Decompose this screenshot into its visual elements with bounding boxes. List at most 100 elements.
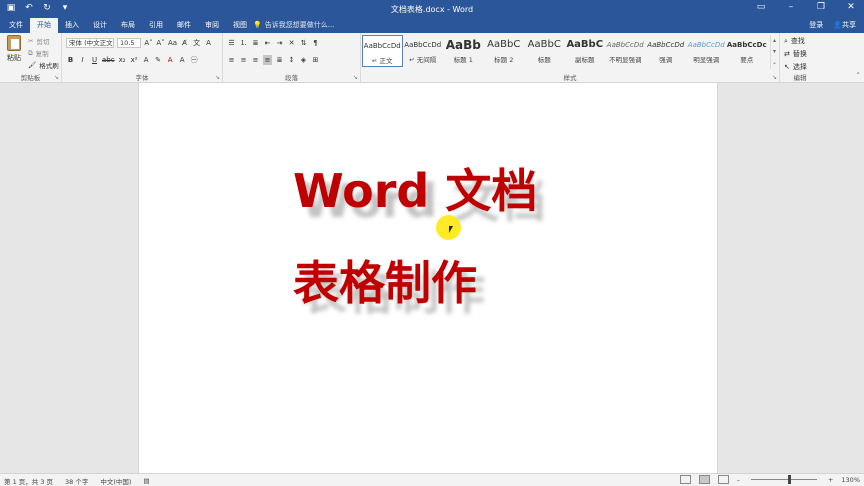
change-case-icon[interactable]: Aa <box>168 38 177 48</box>
lightbulb-icon: 💡 <box>253 21 262 29</box>
print-layout-button[interactable] <box>698 475 710 484</box>
font-group: 宋体 (中文正文) 10.5 A˄ A˅ Aa A̸ 文 A B I U abc… <box>62 33 223 83</box>
share-button[interactable]: 👤共享 <box>833 20 856 30</box>
superscript-icon[interactable]: x² <box>130 55 139 65</box>
macro-record-icon[interactable]: ▤ <box>143 477 149 485</box>
paragraph-dialog-launcher-icon[interactable]: ↘ <box>353 74 358 81</box>
zoom-slider-thumb[interactable] <box>787 475 791 484</box>
font-name-combo[interactable]: 宋体 (中文正文) <box>66 38 114 48</box>
chevron-up-icon[interactable]: ▴ <box>771 35 778 46</box>
sort-icon[interactable]: ⇅ <box>299 38 308 48</box>
style-heading-1[interactable]: AaBb 标题 1 <box>443 35 484 67</box>
style-emphasis[interactable]: AaBbCcDd 强调 <box>646 35 687 67</box>
style-subtitle[interactable]: AaBbC 副标题 <box>565 35 606 67</box>
select-button[interactable]: ↖ 选择 <box>784 62 807 72</box>
character-border-icon[interactable]: A <box>204 38 213 48</box>
align-right-icon[interactable]: ≡ <box>251 55 260 65</box>
tab-insert[interactable]: 插入 <box>58 18 86 33</box>
tab-design[interactable]: 设计 <box>86 18 114 33</box>
shrink-font-icon[interactable]: A˅ <box>156 38 165 48</box>
style-intense-emphasis[interactable]: AaBbCcDd 明显强调 <box>686 35 727 67</box>
select-arrow-icon: ↖ <box>784 63 790 71</box>
style-heading-2[interactable]: AaBbC 标题 2 <box>484 35 525 67</box>
underline-icon[interactable]: U <box>90 55 99 65</box>
style-subtle-emphasis[interactable]: AaBbCcDd 不明显强调 <box>605 35 646 67</box>
zoom-slider[interactable] <box>750 475 817 484</box>
close-icon[interactable]: ✕ <box>844 2 858 12</box>
document-page[interactable]: Word 文档 表格制作 <box>138 83 718 473</box>
mouse-pointer-icon <box>449 226 453 233</box>
font-size-combo[interactable]: 10.5 <box>117 38 141 48</box>
style-no-spacing[interactable]: AaBbCcDd ↵ 无间隔 <box>403 35 444 67</box>
tab-layout[interactable]: 布局 <box>114 18 142 33</box>
strikethrough-icon[interactable]: abc <box>102 55 115 65</box>
borders-icon[interactable]: ⊞ <box>311 55 320 65</box>
clear-formatting-icon[interactable]: A̸ <box>180 38 189 48</box>
styles-dialog-launcher-icon[interactable]: ↘ <box>772 74 777 81</box>
chinese-layout-icon[interactable]: ✕ <box>287 38 296 48</box>
phonetic-guide-icon[interactable]: 文 <box>192 38 201 48</box>
decrease-indent-icon[interactable]: ⇤ <box>263 38 272 48</box>
grow-font-icon[interactable]: A˄ <box>144 38 153 48</box>
find-button[interactable]: ⌕ 查找 <box>784 36 807 46</box>
bullets-icon[interactable]: ☰ <box>227 38 236 48</box>
multilevel-list-icon[interactable]: ≣ <box>251 38 260 48</box>
vertical-scrollbar[interactable] <box>854 83 864 473</box>
styles-gallery: AaBbCcDd ↵ 正文 AaBbCcDd ↵ 无间隔 AaBb 标题 1 A… <box>362 35 770 69</box>
tab-review[interactable]: 审阅 <box>198 18 226 33</box>
text-effects-icon[interactable]: A <box>142 55 151 65</box>
ribbon-display-options-icon[interactable]: ▭ <box>754 2 768 12</box>
clipboard-dialog-launcher-icon[interactable]: ↘ <box>54 74 59 81</box>
zoom-out-icon[interactable]: – <box>737 476 740 484</box>
font-dialog-launcher-icon[interactable]: ↘ <box>215 74 220 81</box>
minimize-icon[interactable]: – <box>784 2 798 12</box>
subscript-icon[interactable]: x₂ <box>118 55 127 65</box>
style-strong[interactable]: AaBbCcDc 要点 <box>727 35 768 67</box>
line-spacing-icon[interactable]: ↕ <box>287 55 296 65</box>
show-marks-icon[interactable]: ¶ <box>311 38 320 48</box>
paste-button[interactable]: 粘贴 <box>4 35 24 63</box>
restore-icon[interactable]: ❐ <box>814 2 828 12</box>
styles-group-label: 样式 <box>563 74 577 82</box>
chevron-down-icon[interactable]: ▾ <box>771 46 778 57</box>
collapse-ribbon-icon[interactable]: ˄ <box>857 72 861 80</box>
highlight-icon[interactable]: ✎ <box>154 55 163 65</box>
tab-home[interactable]: 开始 <box>30 18 58 33</box>
zoom-level[interactable]: 130% <box>841 476 860 484</box>
scissors-icon: ✂ <box>28 37 34 45</box>
styles-scroll[interactable]: ▴ ▾ ⌄ <box>770 35 778 69</box>
enclose-characters-icon[interactable]: ㊀ <box>190 55 199 65</box>
tell-me-box[interactable]: 💡 告诉我您想要做什么... <box>253 20 334 30</box>
read-mode-button[interactable] <box>679 475 691 484</box>
numbering-icon[interactable]: ⒈ <box>239 38 248 48</box>
sign-in-link[interactable]: 登录 <box>809 20 823 30</box>
zoom-in-icon[interactable]: + <box>828 476 833 484</box>
copy-button[interactable]: ⧉ 复制 <box>28 48 59 59</box>
heading-line-1[interactable]: Word 文档 <box>293 155 537 221</box>
distributed-icon[interactable]: ≣ <box>275 55 284 65</box>
character-shading-icon[interactable]: A <box>178 55 187 65</box>
justify-icon[interactable]: ≡ <box>263 55 272 65</box>
cut-button[interactable]: ✂ 剪切 <box>28 36 59 46</box>
increase-indent-icon[interactable]: ⇥ <box>275 38 284 48</box>
format-painter-button[interactable]: 🖌 格式刷 <box>28 60 59 70</box>
page-count[interactable]: 第 1 页，共 3 页 <box>4 476 53 486</box>
language-indicator[interactable]: 中文(中国) <box>100 476 131 486</box>
tab-references[interactable]: 引用 <box>142 18 170 33</box>
more-styles-icon[interactable]: ⌄ <box>771 57 778 68</box>
shading-icon[interactable]: ◈ <box>299 55 308 65</box>
align-center-icon[interactable]: ≡ <box>239 55 248 65</box>
align-left-icon[interactable]: ≡ <box>227 55 236 65</box>
italic-icon[interactable]: I <box>78 55 87 65</box>
web-layout-button[interactable] <box>717 475 729 484</box>
word-count[interactable]: 38 个字 <box>65 476 88 486</box>
bold-icon[interactable]: B <box>66 55 75 65</box>
style-normal[interactable]: AaBbCcDd ↵ 正文 <box>362 35 403 67</box>
tab-view[interactable]: 视图 <box>226 18 254 33</box>
replace-button[interactable]: ⇄ 替换 <box>784 49 807 59</box>
style-title[interactable]: AaBbC 标题 <box>524 35 565 67</box>
font-color-icon[interactable]: A <box>166 55 175 65</box>
tab-file[interactable]: 文件 <box>2 18 30 33</box>
heading-line-2[interactable]: 表格制作 <box>293 247 477 313</box>
tab-mailings[interactable]: 邮件 <box>170 18 198 33</box>
